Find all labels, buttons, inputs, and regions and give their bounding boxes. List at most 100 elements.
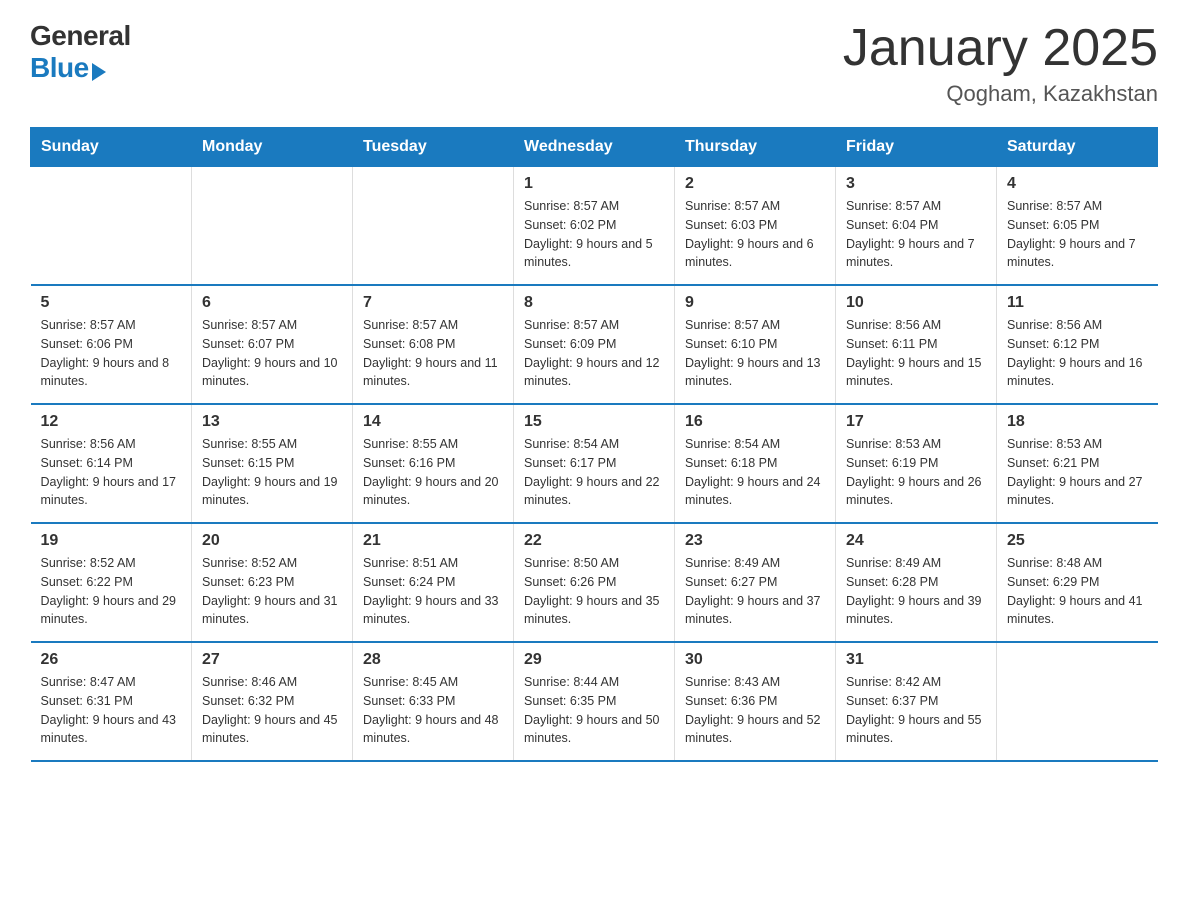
column-header-friday: Friday: [836, 128, 997, 167]
day-number: 18: [1007, 413, 1148, 431]
page-subtitle: Qogham, Kazakhstan: [843, 81, 1158, 107]
day-info: Sunrise: 8:57 AM Sunset: 6:07 PM Dayligh…: [202, 316, 342, 391]
column-header-thursday: Thursday: [675, 128, 836, 167]
calendar-cell: 30 Sunrise: 8:43 AM Sunset: 6:36 PM Dayli…: [675, 642, 836, 761]
calendar-cell: 12Sunrise: 8:56 AM Sunset: 6:14 PM Dayli…: [31, 404, 192, 523]
day-number: 25: [1007, 532, 1148, 550]
calendar-cell: 17Sunrise: 8:53 AM Sunset: 6:19 PM Dayli…: [836, 404, 997, 523]
calendar-header-row: SundayMondayTuesdayWednesdayThursdayFrid…: [31, 128, 1158, 167]
calendar-cell: [353, 167, 514, 286]
day-info: Sunrise: 8:50 AM Sunset: 6:26 PM Dayligh…: [524, 554, 664, 629]
day-number: 14: [363, 413, 503, 431]
logo-line2: Blue: [30, 52, 131, 84]
logo: General Blue: [30, 20, 131, 84]
column-header-wednesday: Wednesday: [514, 128, 675, 167]
calendar-cell: 3 Sunrise: 8:57 AM Sunset: 6:04 PM Daylig…: [836, 167, 997, 286]
calendar-cell: 4Sunrise: 8:57 AM Sunset: 6:05 PM Daylig…: [997, 167, 1158, 286]
calendar-cell: 15Sunrise: 8:54 AM Sunset: 6:17 PM Dayli…: [514, 404, 675, 523]
day-info: Sunrise: 8:57 AM Sunset: 6:08 PM Dayligh…: [363, 316, 503, 391]
calendar-cell: 24 Sunrise: 8:49 AM Sunset: 6:28 PM Dayli…: [836, 523, 997, 642]
day-number: 13: [202, 413, 342, 431]
logo-arrow-icon: [92, 63, 106, 81]
calendar-cell: 1Sunrise: 8:57 AM Sunset: 6:02 PM Daylig…: [514, 167, 675, 286]
day-info: Sunrise: 8:44 AM Sunset: 6:35 PM Dayligh…: [524, 673, 664, 748]
calendar-cell: [997, 642, 1158, 761]
day-info: Sunrise: 8:51 AM Sunset: 6:24 PM Dayligh…: [363, 554, 503, 629]
day-info: Sunrise: 8:49 AM Sunset: 6:28 PM Dayligh…: [846, 554, 986, 629]
day-number: 22: [524, 532, 664, 550]
day-info: Sunrise: 8:47 AM Sunset: 6:31 PM Dayligh…: [41, 673, 182, 748]
calendar-cell: 6 Sunrise: 8:57 AM Sunset: 6:07 PM Daylig…: [192, 285, 353, 404]
day-number: 27: [202, 651, 342, 669]
calendar-cell: 31 Sunrise: 8:42 AM Sunset: 6:37 PM Dayli…: [836, 642, 997, 761]
calendar-week-row: 5Sunrise: 8:57 AM Sunset: 6:06 PM Daylig…: [31, 285, 1158, 404]
day-info: Sunrise: 8:53 AM Sunset: 6:21 PM Dayligh…: [1007, 435, 1148, 510]
calendar-cell: 16 Sunrise: 8:54 AM Sunset: 6:18 PM Dayli…: [675, 404, 836, 523]
day-number: 10: [846, 294, 986, 312]
day-number: 26: [41, 651, 182, 669]
day-info: Sunrise: 8:57 AM Sunset: 6:04 PM Dayligh…: [846, 197, 986, 272]
day-number: 23: [685, 532, 825, 550]
day-number: 29: [524, 651, 664, 669]
calendar-cell: 2 Sunrise: 8:57 AM Sunset: 6:03 PM Daylig…: [675, 167, 836, 286]
day-number: 30: [685, 651, 825, 669]
day-number: 7: [363, 294, 503, 312]
day-info: Sunrise: 8:52 AM Sunset: 6:22 PM Dayligh…: [41, 554, 182, 629]
day-info: Sunrise: 8:56 AM Sunset: 6:11 PM Dayligh…: [846, 316, 986, 391]
calendar-week-row: 19Sunrise: 8:52 AM Sunset: 6:22 PM Dayli…: [31, 523, 1158, 642]
day-number: 3: [846, 175, 986, 193]
calendar-cell: 10 Sunrise: 8:56 AM Sunset: 6:11 PM Dayli…: [836, 285, 997, 404]
day-info: Sunrise: 8:57 AM Sunset: 6:06 PM Dayligh…: [41, 316, 182, 391]
calendar-cell: 14 Sunrise: 8:55 AM Sunset: 6:16 PM Dayli…: [353, 404, 514, 523]
day-info: Sunrise: 8:57 AM Sunset: 6:10 PM Dayligh…: [685, 316, 825, 391]
day-number: 4: [1007, 175, 1148, 193]
calendar-cell: 9Sunrise: 8:57 AM Sunset: 6:10 PM Daylig…: [675, 285, 836, 404]
day-info: Sunrise: 8:54 AM Sunset: 6:17 PM Dayligh…: [524, 435, 664, 510]
calendar-cell: 19Sunrise: 8:52 AM Sunset: 6:22 PM Dayli…: [31, 523, 192, 642]
day-info: Sunrise: 8:55 AM Sunset: 6:15 PM Dayligh…: [202, 435, 342, 510]
day-info: Sunrise: 8:57 AM Sunset: 6:09 PM Dayligh…: [524, 316, 664, 391]
day-number: 6: [202, 294, 342, 312]
day-number: 16: [685, 413, 825, 431]
calendar-cell: 18 Sunrise: 8:53 AM Sunset: 6:21 PM Dayli…: [997, 404, 1158, 523]
day-info: Sunrise: 8:49 AM Sunset: 6:27 PM Dayligh…: [685, 554, 825, 629]
column-header-sunday: Sunday: [31, 128, 192, 167]
calendar-cell: 5Sunrise: 8:57 AM Sunset: 6:06 PM Daylig…: [31, 285, 192, 404]
calendar-cell: 11Sunrise: 8:56 AM Sunset: 6:12 PM Dayli…: [997, 285, 1158, 404]
calendar-cell: 13 Sunrise: 8:55 AM Sunset: 6:15 PM Dayli…: [192, 404, 353, 523]
day-number: 8: [524, 294, 664, 312]
day-number: 31: [846, 651, 986, 669]
calendar-cell: 8 Sunrise: 8:57 AM Sunset: 6:09 PM Daylig…: [514, 285, 675, 404]
calendar-cell: 20Sunrise: 8:52 AM Sunset: 6:23 PM Dayli…: [192, 523, 353, 642]
day-number: 12: [41, 413, 182, 431]
day-info: Sunrise: 8:57 AM Sunset: 6:03 PM Dayligh…: [685, 197, 825, 272]
calendar-week-row: 1Sunrise: 8:57 AM Sunset: 6:02 PM Daylig…: [31, 167, 1158, 286]
day-info: Sunrise: 8:42 AM Sunset: 6:37 PM Dayligh…: [846, 673, 986, 748]
day-info: Sunrise: 8:52 AM Sunset: 6:23 PM Dayligh…: [202, 554, 342, 629]
page-header: General Blue January 2025 Qogham, Kazakh…: [30, 20, 1158, 107]
day-info: Sunrise: 8:45 AM Sunset: 6:33 PM Dayligh…: [363, 673, 503, 748]
day-info: Sunrise: 8:55 AM Sunset: 6:16 PM Dayligh…: [363, 435, 503, 510]
calendar-cell: 22 Sunrise: 8:50 AM Sunset: 6:26 PM Dayli…: [514, 523, 675, 642]
day-number: 21: [363, 532, 503, 550]
day-number: 24: [846, 532, 986, 550]
day-number: 2: [685, 175, 825, 193]
calendar-cell: 26 Sunrise: 8:47 AM Sunset: 6:31 PM Dayli…: [31, 642, 192, 761]
day-info: Sunrise: 8:57 AM Sunset: 6:02 PM Dayligh…: [524, 197, 664, 272]
day-info: Sunrise: 8:56 AM Sunset: 6:12 PM Dayligh…: [1007, 316, 1148, 391]
column-header-tuesday: Tuesday: [353, 128, 514, 167]
day-info: Sunrise: 8:54 AM Sunset: 6:18 PM Dayligh…: [685, 435, 825, 510]
calendar-cell: 25 Sunrise: 8:48 AM Sunset: 6:29 PM Dayli…: [997, 523, 1158, 642]
title-section: January 2025 Qogham, Kazakhstan: [843, 20, 1158, 107]
logo-line1: General: [30, 20, 131, 52]
calendar-cell: 27Sunrise: 8:46 AM Sunset: 6:32 PM Dayli…: [192, 642, 353, 761]
calendar-cell: 29 Sunrise: 8:44 AM Sunset: 6:35 PM Dayli…: [514, 642, 675, 761]
calendar-cell: [192, 167, 353, 286]
page-title: January 2025: [843, 20, 1158, 77]
day-info: Sunrise: 8:48 AM Sunset: 6:29 PM Dayligh…: [1007, 554, 1148, 629]
calendar-table: SundayMondayTuesdayWednesdayThursdayFrid…: [30, 127, 1158, 762]
day-number: 17: [846, 413, 986, 431]
day-info: Sunrise: 8:43 AM Sunset: 6:36 PM Dayligh…: [685, 673, 825, 748]
calendar-cell: 23 Sunrise: 8:49 AM Sunset: 6:27 PM Dayli…: [675, 523, 836, 642]
calendar-cell: 21 Sunrise: 8:51 AM Sunset: 6:24 PM Dayli…: [353, 523, 514, 642]
